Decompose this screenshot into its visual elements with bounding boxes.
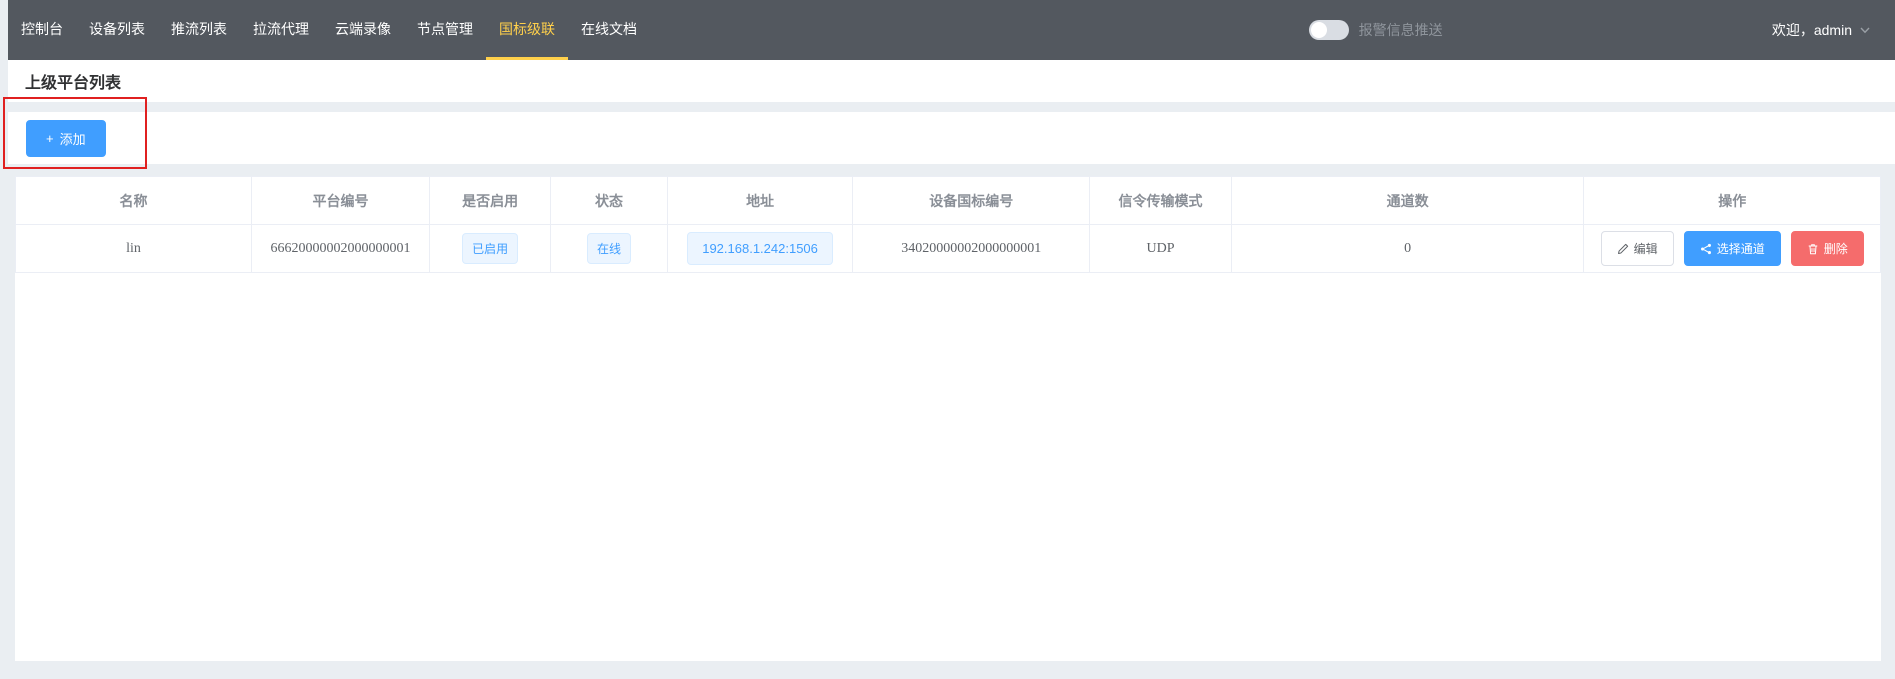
page-title-bar: 上级平台列表 (8, 60, 1895, 102)
top-navbar: 控制台 设备列表 推流列表 拉流代理 云端录像 节点管理 国标级联 在线文档 报… (8, 0, 1895, 60)
alarm-push-toggle[interactable] (1309, 20, 1349, 40)
col-header-platform-id: 平台编号 (251, 177, 429, 225)
col-header-channel-count: 通道数 (1231, 177, 1583, 225)
section-gap (8, 102, 1895, 112)
add-button[interactable]: + 添加 (26, 120, 106, 157)
trash-icon (1807, 243, 1819, 255)
status-badge: 在线 (587, 233, 631, 264)
cell-device-gb-id: 34020000002000000001 (853, 225, 1090, 273)
edit-icon (1617, 243, 1629, 255)
user-menu[interactable]: 欢迎，admin (1772, 0, 1871, 60)
cell-address: 192.168.1.242:1506 (667, 225, 853, 273)
nav-item-online-docs[interactable]: 在线文档 (568, 0, 650, 60)
page-title: 上级平台列表 (25, 69, 121, 93)
nav-item-push-stream-list[interactable]: 推流列表 (158, 0, 240, 60)
add-button-label: 添加 (60, 129, 86, 148)
table-row: lin 66620000002000000001 已启用 在线 192.168.… (16, 225, 1881, 273)
select-channel-button[interactable]: 选择通道 (1684, 231, 1781, 266)
toolbar: + 添加 (8, 112, 1895, 164)
delete-button-label: 删除 (1824, 240, 1848, 257)
nav-item-node-management[interactable]: 节点管理 (404, 0, 486, 60)
cell-enabled: 已启用 (430, 225, 551, 273)
nav-spacer (650, 0, 1309, 60)
enabled-badge: 已启用 (462, 233, 518, 264)
alarm-push-group: 报警信息推送 (1309, 0, 1443, 60)
col-header-status: 状态 (551, 177, 668, 225)
nav-item-device-list[interactable]: 设备列表 (76, 0, 158, 60)
col-header-transport-mode: 信令传输模式 (1090, 177, 1232, 225)
edit-button-label: 编辑 (1634, 240, 1658, 257)
chevron-down-icon (1859, 24, 1871, 36)
platform-table-card: 名称 平台编号 是否启用 状态 地址 设备国标编号 信令传输模式 通道数 操作 … (15, 176, 1881, 661)
col-header-name: 名称 (16, 177, 252, 225)
col-header-device-gb-id: 设备国标编号 (853, 177, 1090, 225)
cell-transport-mode: UDP (1090, 225, 1232, 273)
delete-button[interactable]: 删除 (1791, 231, 1864, 266)
nav-item-console[interactable]: 控制台 (8, 0, 76, 60)
upper-platform-table: 名称 平台编号 是否启用 状态 地址 设备国标编号 信令传输模式 通道数 操作 … (15, 176, 1881, 273)
cell-status: 在线 (551, 225, 668, 273)
welcome-text: 欢迎，admin (1772, 20, 1852, 40)
address-badge[interactable]: 192.168.1.242:1506 (687, 232, 833, 265)
cell-channel-count: 0 (1231, 225, 1583, 273)
cell-actions: 编辑 选择通道 删除 (1584, 225, 1881, 273)
cell-platform-id: 66620000002000000001 (251, 225, 429, 273)
col-header-address: 地址 (667, 177, 853, 225)
table-header-row: 名称 平台编号 是否启用 状态 地址 设备国标编号 信令传输模式 通道数 操作 (16, 177, 1881, 225)
nav-item-pull-stream-proxy[interactable]: 拉流代理 (240, 0, 322, 60)
toggle-knob (1311, 22, 1327, 38)
edit-button[interactable]: 编辑 (1601, 231, 1674, 266)
select-channel-button-label: 选择通道 (1717, 240, 1765, 257)
col-header-enabled: 是否启用 (430, 177, 551, 225)
nav-item-gb-cascade[interactable]: 国标级联 (486, 0, 568, 60)
nav-spacer (1443, 0, 1772, 60)
col-header-actions: 操作 (1584, 177, 1881, 225)
plus-icon: + (46, 131, 54, 146)
cell-name: lin (16, 225, 252, 273)
section-gap (8, 164, 1895, 176)
alarm-push-label: 报警信息推送 (1359, 20, 1443, 40)
nav-item-cloud-recording[interactable]: 云端录像 (322, 0, 404, 60)
share-icon (1700, 243, 1712, 255)
